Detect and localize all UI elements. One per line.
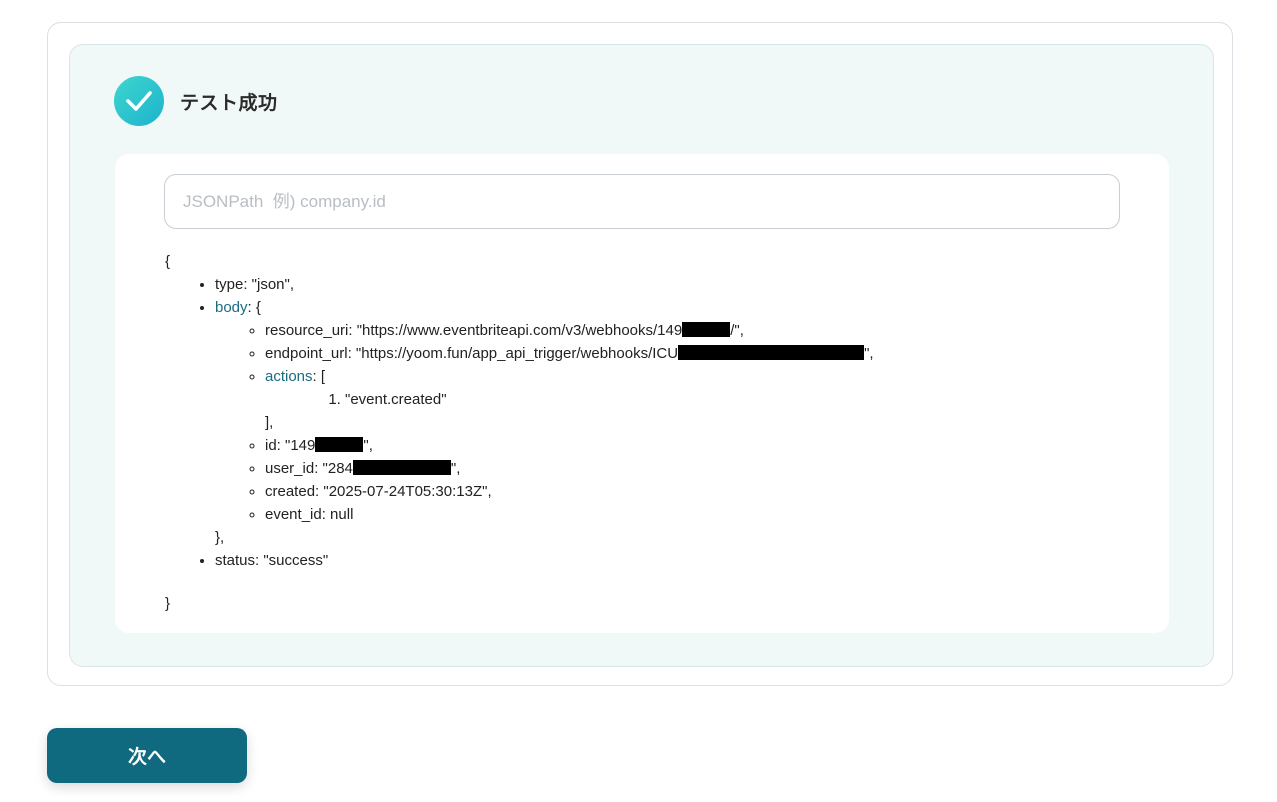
- json-resource-uri-suffix: /",: [730, 322, 744, 339]
- json-body-open: : {: [247, 299, 261, 316]
- redacted-block: [682, 322, 731, 337]
- next-button[interactable]: 次へ: [47, 728, 247, 783]
- json-actions-item: "event.created": [345, 388, 874, 411]
- json-actions-list: "event.created": [265, 388, 874, 411]
- json-resource-uri-prefix: resource_uri: "https://www.eventbriteapi…: [265, 322, 683, 339]
- json-root-list: type: "json", body: { resource_uri: "htt…: [165, 273, 874, 572]
- json-status-line: status: "success": [215, 549, 874, 572]
- json-actions-open: : [: [312, 368, 326, 385]
- json-user-id-prefix: user_id: "284: [265, 460, 353, 477]
- json-body-line: body: { resource_uri: "https://www.event…: [215, 296, 874, 549]
- json-body-list: resource_uri: "https://www.eventbriteapi…: [215, 319, 874, 526]
- check-icon: [114, 76, 164, 126]
- json-actions-line: actions: [ "event.created" ],: [265, 365, 874, 434]
- redacted-block: [352, 460, 451, 475]
- json-tree: { type: "json", body: { resource_uri: "h…: [165, 250, 874, 615]
- success-title: テスト成功: [180, 92, 278, 114]
- json-actions-close: ],: [265, 414, 274, 431]
- json-id-line: id: "149 ",: [265, 434, 874, 457]
- json-body-key[interactable]: body: [215, 299, 248, 316]
- test-result-card: テスト成功 { type: "json", body: { resource_u…: [47, 22, 1233, 686]
- redacted-block: [678, 345, 865, 360]
- json-body-close: },: [215, 529, 225, 546]
- json-event-id-line: event_id: null: [265, 503, 874, 526]
- json-id-prefix: id: "149: [265, 437, 316, 454]
- json-endpoint-url-suffix: ",: [864, 345, 874, 362]
- json-user-id-line: user_id: "284 ",: [265, 457, 874, 480]
- json-endpoint-url-prefix: endpoint_url: "https://yoom.fun/app_api_…: [265, 345, 679, 362]
- json-type-line: type: "json",: [215, 273, 874, 296]
- jsonpath-search-input[interactable]: [164, 174, 1120, 229]
- success-header: テスト成功: [114, 76, 278, 126]
- result-panel: テスト成功 { type: "json", body: { resource_u…: [69, 44, 1214, 667]
- json-actions-key[interactable]: actions: [265, 368, 313, 385]
- json-user-id-suffix: ",: [450, 460, 461, 477]
- json-id-suffix: ",: [363, 437, 373, 454]
- json-endpoint-url-line: endpoint_url: "https://yoom.fun/app_api_…: [265, 342, 874, 365]
- json-created-line: created: "2025-07-24T05:30:13Z",: [265, 480, 874, 503]
- json-resource-uri-line: resource_uri: "https://www.eventbriteapi…: [265, 319, 874, 342]
- json-type-text: type: "json",: [215, 276, 295, 293]
- json-output-box: { type: "json", body: { resource_uri: "h…: [115, 154, 1169, 633]
- json-open-brace: {: [165, 253, 171, 270]
- redacted-block: [315, 437, 364, 452]
- json-close-brace: }: [165, 595, 171, 612]
